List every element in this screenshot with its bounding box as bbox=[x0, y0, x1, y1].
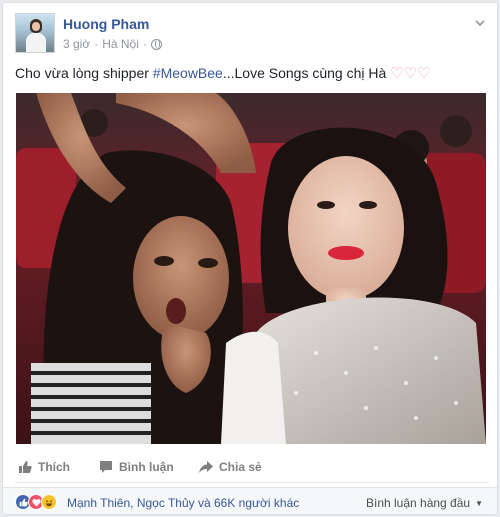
comment-icon bbox=[99, 460, 113, 474]
post-meta: 3 giờ · Hà Nội · bbox=[63, 37, 162, 51]
share-label: Chia sẻ bbox=[219, 460, 262, 474]
meta-separator: · bbox=[94, 37, 99, 51]
sort-label: Bình luận hàng đầu bbox=[365, 496, 471, 510]
post-location[interactable]: Hà Nội bbox=[102, 37, 139, 51]
caret-down-icon: ▼ bbox=[475, 498, 483, 508]
post-photo[interactable] bbox=[16, 93, 486, 444]
hashtag-link[interactable]: #MeowBee bbox=[153, 65, 223, 81]
heart-emoji-icon: ♡♡♡ bbox=[390, 65, 431, 82]
share-arrow-icon bbox=[199, 460, 213, 474]
haha-icon bbox=[41, 494, 57, 510]
post-time[interactable]: 3 giờ bbox=[63, 37, 90, 51]
post-status: Cho vừa lòng shipper #MeowBee...Love Son… bbox=[15, 64, 431, 82]
comment-button[interactable]: Bình luận bbox=[99, 460, 174, 474]
author-avatar[interactable] bbox=[15, 13, 55, 53]
like-label: Thích bbox=[38, 460, 70, 474]
post-header: Huong Pham 3 giờ · Hà Nội · bbox=[15, 13, 489, 57]
reaction-icons[interactable] bbox=[15, 494, 57, 510]
post-actions: Thích Bình luận Chia sẻ bbox=[15, 455, 489, 483]
chevron-down-icon[interactable] bbox=[473, 17, 487, 31]
reactions-bar: Mạnh Thiên, Ngọc Thủy và 66K người khác … bbox=[3, 487, 497, 514]
like-button[interactable]: Thích bbox=[18, 460, 70, 474]
reactors-text[interactable]: Mạnh Thiên, Ngọc Thủy và 66K người khác bbox=[67, 496, 299, 510]
thumbs-up-icon bbox=[18, 460, 32, 474]
status-text-suffix: ...Love Songs cùng chị Hà bbox=[222, 65, 391, 81]
meta-separator-2: · bbox=[142, 37, 147, 51]
post-card: Huong Pham 3 giờ · Hà Nội · Cho vừa lòng… bbox=[2, 2, 498, 515]
share-button[interactable]: Chia sẻ bbox=[199, 460, 262, 474]
comment-sort-dropdown[interactable]: Bình luận hàng đầu ▼ bbox=[366, 496, 483, 510]
author-name[interactable]: Huong Pham bbox=[63, 16, 149, 32]
comment-label: Bình luận bbox=[119, 460, 174, 474]
status-text-prefix: Cho vừa lòng shipper bbox=[15, 65, 153, 81]
globe-icon[interactable] bbox=[150, 38, 162, 50]
